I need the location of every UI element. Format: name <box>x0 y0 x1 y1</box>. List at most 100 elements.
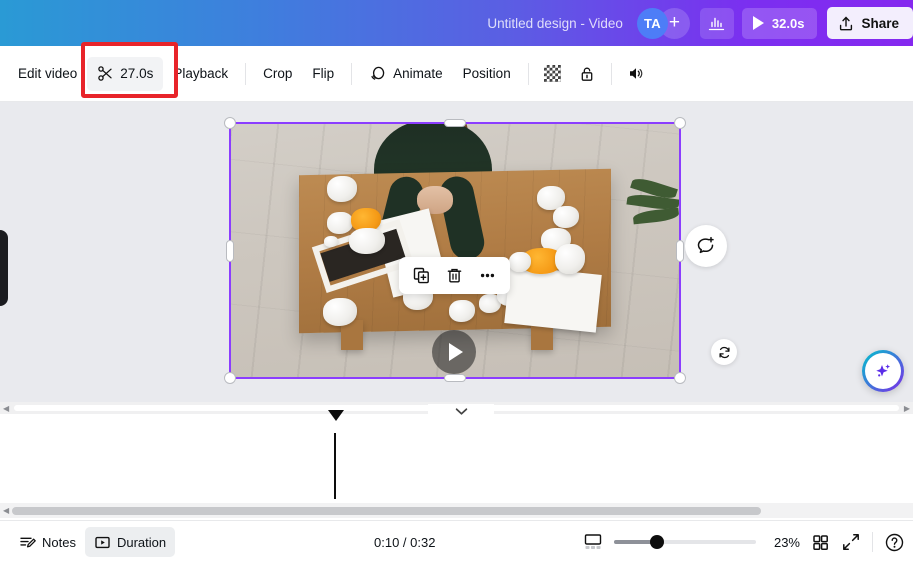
playback-label: Playback <box>173 66 229 81</box>
rotate-handle-button[interactable] <box>711 339 737 365</box>
toolbar-divider <box>527 62 529 85</box>
resize-handle-right[interactable] <box>676 240 684 262</box>
help-icon[interactable] <box>884 532 905 553</box>
add-comment-button[interactable] <box>685 225 727 267</box>
crumpled-paper <box>327 176 357 202</box>
toolbar-divider <box>245 62 247 85</box>
trash-icon[interactable] <box>445 266 464 285</box>
paper-sheet <box>504 265 602 333</box>
plant-leaf <box>632 207 679 225</box>
bottom-bar-right-controls: 23% <box>583 532 905 553</box>
resize-handle-bottom-right[interactable] <box>674 372 686 384</box>
element-quick-actions[interactable] <box>399 257 510 294</box>
lock-icon <box>581 67 593 81</box>
magic-sparkle-icon <box>876 364 891 377</box>
app-root: Untitled design - Video TA + 32.0s Share <box>0 0 913 563</box>
playback-button[interactable]: Playback <box>163 57 238 91</box>
resize-handle-top-right[interactable] <box>674 117 686 129</box>
resize-handle-top[interactable] <box>444 119 466 127</box>
zoom-slider-knob[interactable] <box>650 535 664 549</box>
share-button[interactable]: Share <box>827 7 913 39</box>
resize-handle-top-left[interactable] <box>224 117 236 129</box>
app-header: Untitled design - Video TA + 32.0s Share <box>0 0 913 46</box>
animate-icon <box>371 66 385 80</box>
rotate-icon <box>718 346 730 358</box>
play-icon <box>752 16 764 30</box>
position-button[interactable]: Position <box>453 57 521 91</box>
preview-play-button[interactable]: 32.0s <box>741 7 818 39</box>
ellipsis-icon[interactable] <box>478 266 497 285</box>
chevron-down-icon <box>455 408 467 415</box>
animate-button[interactable]: Animate <box>359 57 453 91</box>
scissors-icon <box>98 66 112 81</box>
share-label: Share <box>861 15 899 31</box>
grid-view-icon[interactable] <box>811 533 830 552</box>
bottom-status-bar: Notes Duration 0:10 / 0:32 23% <box>0 520 913 563</box>
timeline-collapse-button[interactable] <box>428 404 494 423</box>
time-display: 0:10 / 0:32 <box>374 534 436 550</box>
resize-handle-left[interactable] <box>226 240 234 262</box>
zoom-percent-label[interactable]: 23% <box>767 535 800 550</box>
duration-button[interactable]: Duration <box>84 527 176 557</box>
crumpled-paper <box>324 236 338 247</box>
crop-button[interactable]: Crop <box>253 57 302 91</box>
playhead-line <box>334 433 336 499</box>
chevron-right-icon[interactable]: ▶ <box>901 404 913 413</box>
crumpled-paper <box>449 300 475 322</box>
chevron-left-icon[interactable]: ◀ <box>0 404 12 413</box>
timeline-view-icon[interactable] <box>583 532 603 552</box>
trim-duration-label: 27.0s <box>120 66 154 81</box>
avatar[interactable]: TA <box>636 7 668 39</box>
animate-label: Animate <box>393 66 443 81</box>
zoom-slider[interactable] <box>614 535 756 549</box>
edit-video-button[interactable]: Edit video <box>8 57 87 91</box>
upload-icon <box>840 16 853 30</box>
element-toolbar: Edit video 27.0s Playback Crop Flip Anim… <box>0 46 913 102</box>
play-icon <box>449 343 463 361</box>
checkerboard-icon <box>544 65 562 82</box>
toolbar-divider <box>610 62 612 85</box>
notes-label: Notes <box>42 534 76 550</box>
notes-button[interactable]: Notes <box>10 527 85 557</box>
edit-video-label: Edit video <box>18 66 78 81</box>
timeline-icon <box>95 536 110 548</box>
crumpled-paper <box>509 252 531 272</box>
position-label: Position <box>462 66 511 81</box>
volume-button[interactable] <box>619 57 653 91</box>
analytics-button[interactable] <box>699 7 734 39</box>
toolbar-divider <box>351 62 353 85</box>
chevron-left-icon[interactable]: ◀ <box>0 506 12 515</box>
lock-button[interactable] <box>570 57 604 91</box>
duplicate-icon[interactable] <box>412 266 431 285</box>
playhead-marker[interactable] <box>328 410 344 421</box>
collaborator-group: TA + <box>636 7 690 39</box>
bar-chart-icon <box>709 17 725 30</box>
expand-icon[interactable] <box>841 532 861 552</box>
crop-label: Crop <box>263 66 293 81</box>
notes-icon <box>20 537 36 547</box>
canvas-area[interactable] <box>0 102 913 402</box>
add-comment-icon <box>697 236 714 254</box>
total-duration-label: 32.0s <box>771 15 805 31</box>
crumpled-paper <box>555 244 585 274</box>
crumpled-paper <box>327 212 353 234</box>
trim-duration-button[interactable]: 27.0s <box>87 56 164 91</box>
plant <box>617 175 679 248</box>
sidebar-collapse-tab[interactable] <box>0 230 8 306</box>
crumpled-paper <box>553 206 579 228</box>
magic-button-inner <box>865 353 901 389</box>
duration-label: Duration <box>116 534 167 550</box>
bottom-divider <box>872 532 873 552</box>
crumpled-paper <box>323 298 357 326</box>
transparency-button[interactable] <box>536 57 570 91</box>
video-play-overlay-button[interactable] <box>432 330 476 374</box>
crumpled-paper <box>349 228 385 254</box>
magic-studio-button[interactable] <box>862 350 904 392</box>
timeline-bottom-scroll-thumb[interactable] <box>12 507 761 515</box>
document-title[interactable]: Untitled design - Video <box>487 16 623 31</box>
flip-label: Flip <box>312 66 335 81</box>
resize-handle-bottom[interactable] <box>444 374 466 382</box>
resize-handle-bottom-left[interactable] <box>224 372 236 384</box>
flip-button[interactable]: Flip <box>302 57 344 91</box>
timeline-bottom-scrollbar[interactable]: ◀ <box>0 503 913 518</box>
